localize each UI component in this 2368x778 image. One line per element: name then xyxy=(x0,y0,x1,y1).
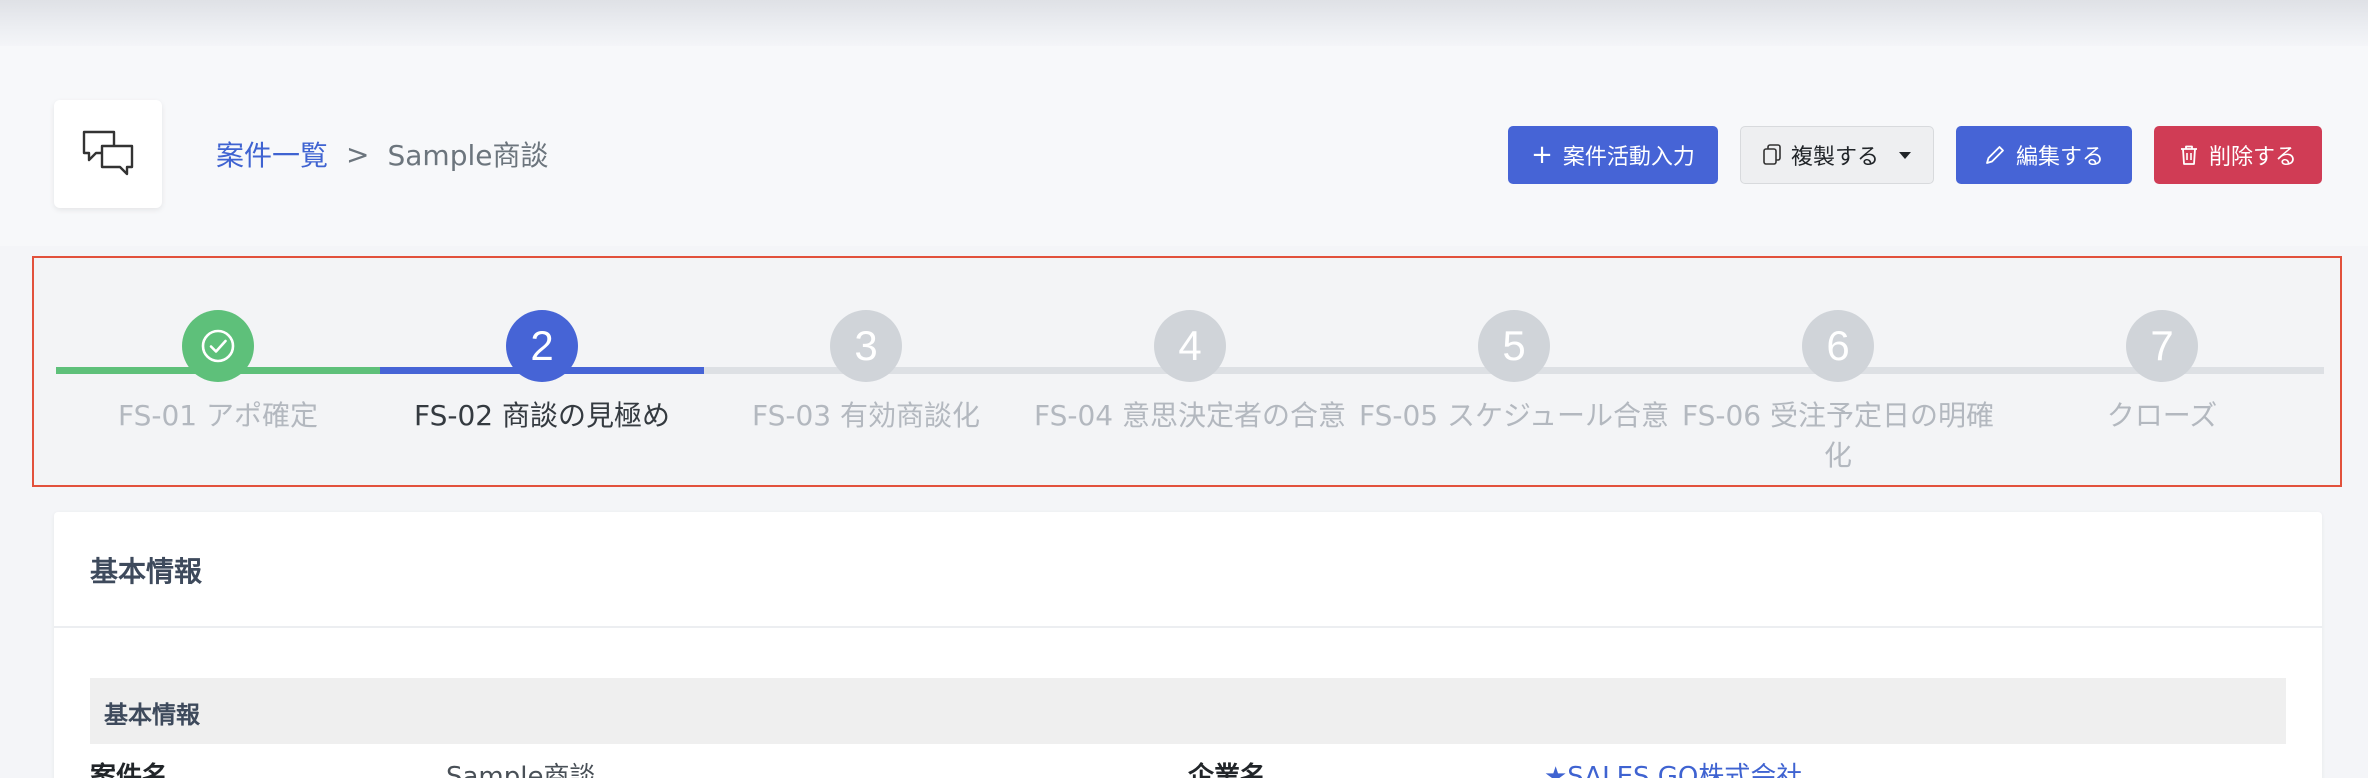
step-6-label: FS-06 受注予定日の明確化 xyxy=(1681,399,1995,472)
step-2-marker[interactable]: 2 xyxy=(506,310,578,382)
step-4-label: FS-04 意思決定者の合意 xyxy=(1033,399,1347,432)
check-circle-icon xyxy=(201,329,235,363)
step-3-label: FS-03 有効商談化 xyxy=(751,399,981,432)
delete-button[interactable]: 削除する xyxy=(2154,126,2322,184)
breadcrumb: 案件一覧 > Sample商談 xyxy=(216,132,548,176)
breadcrumb-deal-list-link[interactable]: 案件一覧 xyxy=(216,134,328,174)
deal-name-label: 案件名 xyxy=(90,762,169,778)
step-5-marker[interactable]: 5 xyxy=(1478,310,1550,382)
card-title: 基本情報 xyxy=(90,555,203,588)
caret-down-icon xyxy=(1899,151,1911,159)
step-5-label: FS-05 スケジュール合意 xyxy=(1358,399,1670,432)
app-icon xyxy=(54,100,162,208)
section-title: 基本情報 xyxy=(104,701,200,729)
step-7-marker[interactable]: 7 xyxy=(2126,310,2198,382)
section-header: 基本情報 xyxy=(90,678,2286,744)
top-bar xyxy=(0,0,2368,46)
deal-name-value: Sample商談 xyxy=(446,762,596,778)
trash-icon xyxy=(2180,145,2197,165)
card-divider xyxy=(54,626,2322,628)
step-3-marker[interactable]: 3 xyxy=(830,310,902,382)
breadcrumb-separator: > xyxy=(346,137,370,171)
pencil-icon xyxy=(1986,146,2004,164)
activity-input-button[interactable]: + 案件活動入力 xyxy=(1508,126,1718,184)
duplicate-dropdown-button[interactable]: 複製する xyxy=(1740,126,1934,184)
breadcrumb-current: Sample商談 xyxy=(387,139,549,172)
step-6-marker[interactable]: 6 xyxy=(1802,310,1874,382)
copy-icon xyxy=(1763,144,1781,165)
step-4-marker[interactable]: 4 xyxy=(1154,310,1226,382)
company-name-label: 企業名 xyxy=(1188,762,1267,778)
edit-button[interactable]: 編集する xyxy=(1956,126,2132,184)
plus-icon: + xyxy=(1531,140,1553,170)
step-1-marker[interactable] xyxy=(182,310,254,382)
step-2-label: FS-02 商談の見極め xyxy=(413,399,671,432)
chat-bubbles-icon xyxy=(82,130,134,176)
company-name-link[interactable]: ★SALES GO株式会社 xyxy=(1544,756,1802,778)
basic-info-card: 基本情報 基本情報 案件名 Sample商談 企業名 ★SALES GO株式会社 xyxy=(54,512,2322,778)
step-1-label: FS-01 アポ確定 xyxy=(117,399,319,432)
step-7-label: クローズ xyxy=(2106,399,2218,432)
deal-phase-stepper: 2 3 4 5 6 7 FS-01 アポ確定 FS-02 商談の見極め FS-0… xyxy=(32,256,2342,487)
